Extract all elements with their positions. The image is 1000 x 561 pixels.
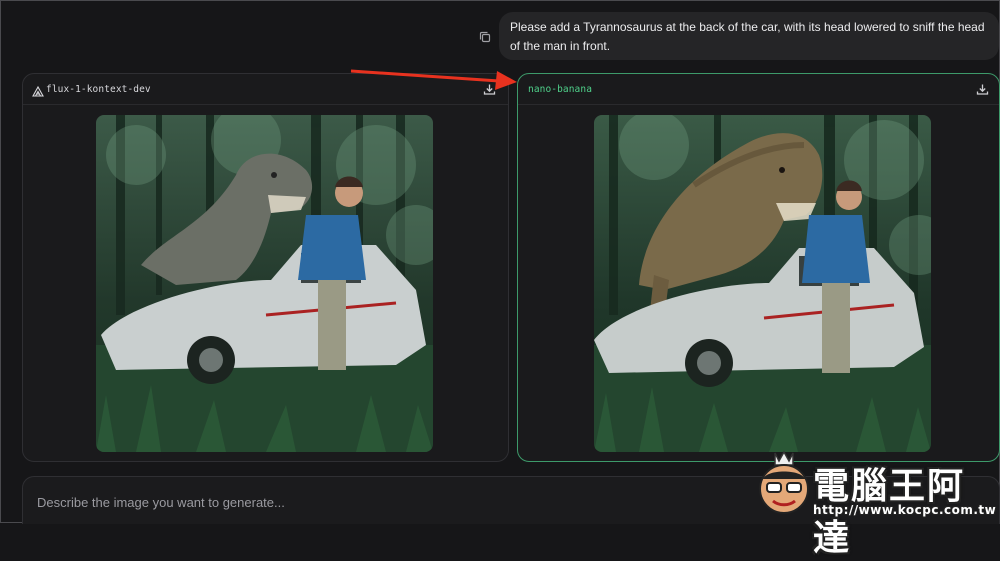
watermark-url: http://www.kocpc.com.tw xyxy=(813,503,997,517)
download-icon[interactable] xyxy=(976,83,989,96)
model-name: flux-1-kontext-dev xyxy=(46,84,151,95)
prompt-input[interactable] xyxy=(37,491,737,513)
annotation-arrow xyxy=(350,69,517,90)
flux-logo-icon xyxy=(32,84,44,97)
user-prompt-bubble: Please add a Tyrannosaurus at the back o… xyxy=(499,12,999,60)
panel-header: nano-banana xyxy=(518,74,999,105)
generated-image[interactable] xyxy=(594,115,931,452)
result-panel-nano-banana: nano-banana xyxy=(517,73,1000,462)
mascot-logo-icon xyxy=(759,450,809,514)
copy-icon[interactable] xyxy=(477,29,493,45)
model-name: nano-banana xyxy=(528,84,593,95)
result-panel-flux: flux-1-kontext-dev xyxy=(22,73,509,462)
app-frame: Please add a Tyrannosaurus at the back o… xyxy=(0,0,1000,559)
generated-image[interactable] xyxy=(96,115,433,452)
